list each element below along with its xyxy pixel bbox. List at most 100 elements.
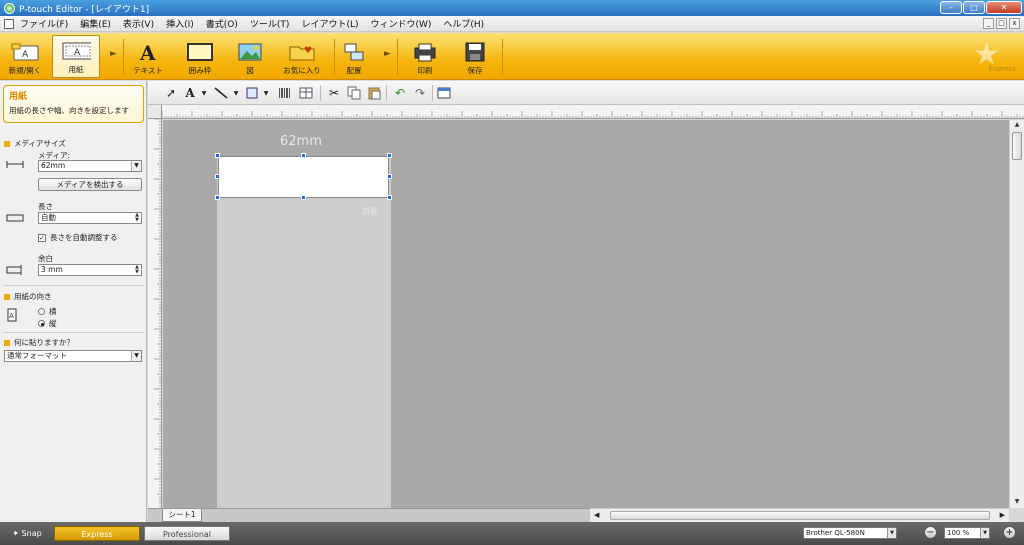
menu-layout[interactable]: レイアウト(L) xyxy=(301,17,358,30)
resize-handle[interactable] xyxy=(215,195,220,200)
professional-mode-tab[interactable]: Professional xyxy=(144,526,230,541)
scroll-down-icon[interactable]: ▼ xyxy=(1012,498,1022,507)
line-tool-icon[interactable] xyxy=(212,85,230,101)
ribbon-new-open-button[interactable]: A 新規/開く xyxy=(2,35,48,78)
document-window-controls: _ □ x xyxy=(983,18,1020,29)
printer-select[interactable]: Brother QL-580N ▼ xyxy=(803,527,897,539)
spinner-arrows-icon[interactable]: ▲ ▼ xyxy=(133,265,141,275)
menu-insert[interactable]: 挿入(I) xyxy=(166,17,194,30)
chevron-down-icon[interactable]: ▼ xyxy=(232,85,240,101)
ribbon-image-button[interactable]: 図 xyxy=(228,35,272,78)
menu-tools[interactable]: ツール(T) xyxy=(250,17,290,30)
ribbon-toolbar: A 新規/開く A 用紙 ► A テキスト 囲み枠 図 ♥ お気に入り 配置 ►… xyxy=(0,33,1024,80)
margin-input[interactable]: 3 mm ▲ ▼ xyxy=(38,264,142,276)
format-select[interactable]: 通常フォーマット ▼ xyxy=(4,350,142,362)
orientation-portrait-radio[interactable]: 縦 xyxy=(38,318,57,329)
spinner-arrows-icon[interactable]: ▲ ▼ xyxy=(133,213,141,223)
snap-mode-button[interactable]: ✦ Snap xyxy=(4,526,50,541)
ribbon-save-button[interactable]: 保存 xyxy=(452,35,498,78)
menu-edit[interactable]: 編集(E) xyxy=(80,17,111,30)
resize-handle[interactable] xyxy=(215,174,220,179)
label-object[interactable] xyxy=(218,156,389,198)
menu-help[interactable]: ヘルプ(H) xyxy=(443,17,484,30)
svg-text:A: A xyxy=(74,48,81,58)
select-arrow-icon[interactable]: ➚ xyxy=(164,85,178,101)
chevron-down-icon[interactable]: ▼ xyxy=(200,85,208,101)
vertical-scrollbar[interactable]: ▲ ▼ xyxy=(1009,120,1024,508)
minimize-button[interactable]: – xyxy=(940,1,962,14)
resize-handle[interactable] xyxy=(387,195,392,200)
express-mode-tab[interactable]: Express xyxy=(54,526,140,541)
scroll-right-icon[interactable]: ▶ xyxy=(1000,511,1005,519)
wrench-icon: ✦ xyxy=(12,529,22,538)
paste-icon[interactable] xyxy=(366,85,382,101)
properties-panel: 用紙 用紙の長さや幅、向きを設定します メディアサイズ メディア: 62mm ▼… xyxy=(0,81,147,522)
sheet-tab-bar: シート1 xyxy=(148,508,590,522)
resize-handle[interactable] xyxy=(301,195,306,200)
doc-restore-button[interactable]: □ xyxy=(996,18,1007,29)
length-input[interactable]: 自動 ▲ ▼ xyxy=(38,212,142,224)
menu-format[interactable]: 書式(O) xyxy=(206,17,238,30)
ribbon-arrange-button[interactable]: 配置 xyxy=(336,35,372,78)
text-tool-icon[interactable]: A xyxy=(182,85,198,101)
resize-handle[interactable] xyxy=(301,153,306,158)
table-icon[interactable] xyxy=(298,85,314,101)
print-icon xyxy=(410,41,440,63)
resize-handle[interactable] xyxy=(215,153,220,158)
horizontal-scrollbar[interactable]: ◀ ▶ xyxy=(590,508,1009,522)
scroll-left-icon[interactable]: ◀ xyxy=(594,511,599,519)
cut-icon[interactable]: ✂ xyxy=(326,85,342,101)
ribbon-paper-button[interactable]: A 用紙 xyxy=(52,35,100,78)
margin-icon xyxy=(6,265,22,275)
resize-handle[interactable] xyxy=(387,153,392,158)
radio-dot[interactable] xyxy=(38,308,45,315)
zoom-out-button[interactable]: − xyxy=(924,526,937,539)
sheet-tab[interactable]: シート1 xyxy=(162,509,202,522)
maximize-button[interactable]: □ xyxy=(963,1,985,14)
auto-length-checkbox[interactable]: ✓ 長さを自動調整する xyxy=(38,232,118,243)
ribbon-print-button[interactable]: 印刷 xyxy=(402,35,448,78)
menu-view[interactable]: 表示(V) xyxy=(123,17,154,30)
length-label: 長さ xyxy=(38,202,53,211)
zoom-in-button[interactable]: + xyxy=(1003,526,1016,539)
length-icon xyxy=(6,214,24,222)
redo-icon[interactable]: ↷ xyxy=(412,85,428,101)
chevron-down-icon: ▼ xyxy=(980,528,989,538)
window-controls: – □ ✕ xyxy=(940,1,1022,14)
layout-canvas[interactable]: 62mm 自動 xyxy=(163,120,1009,508)
detect-media-button[interactable]: メディアを検出する xyxy=(38,178,142,191)
scroll-thumb[interactable] xyxy=(610,511,990,520)
doc-close-button[interactable]: x xyxy=(1009,18,1020,29)
copy-icon[interactable] xyxy=(346,85,362,101)
shape-tool-icon[interactable] xyxy=(244,85,260,101)
help-title: 用紙 xyxy=(9,92,28,102)
close-button[interactable]: ✕ xyxy=(986,1,1022,14)
resize-handle[interactable] xyxy=(387,174,392,179)
zoom-select[interactable]: 100 % ▼ xyxy=(944,527,990,539)
scroll-up-icon[interactable]: ▲ xyxy=(1012,121,1022,130)
scroll-thumb[interactable] xyxy=(1012,132,1022,160)
stick-heading: 何に貼りますか？ xyxy=(4,337,74,348)
ribbon-text-button[interactable]: A テキスト xyxy=(126,35,170,78)
toolbar-separator xyxy=(320,85,321,101)
radio-dot-selected[interactable] xyxy=(38,320,45,327)
layout-window-icon[interactable] xyxy=(436,85,452,101)
ribbon-expand-arrow[interactable]: ► xyxy=(110,49,117,59)
save-icon xyxy=(460,41,490,63)
section-marker-icon xyxy=(4,140,10,147)
orientation-landscape-radio[interactable]: 横 xyxy=(38,306,57,317)
window-title: P-touch Editor - [レイアウト1] xyxy=(19,4,150,15)
ribbon-frame-button[interactable]: 囲み枠 xyxy=(176,35,224,78)
chevron-down-icon[interactable]: ▼ xyxy=(262,85,270,101)
checkbox-box[interactable]: ✓ xyxy=(38,233,46,242)
ribbon-favorites-button[interactable]: ♥ お気に入り xyxy=(276,35,328,78)
document-icon[interactable] xyxy=(4,18,14,29)
barcode-icon[interactable] xyxy=(276,85,292,101)
ribbon-separator xyxy=(397,39,398,75)
doc-minimize-button[interactable]: _ xyxy=(983,18,994,29)
menu-file[interactable]: ファイル(F) xyxy=(20,17,68,30)
ribbon-expand-arrow-2[interactable]: ► xyxy=(384,49,391,59)
menu-window[interactable]: ウィンドウ(W) xyxy=(370,17,431,30)
media-select[interactable]: 62mm ▼ xyxy=(38,160,142,172)
undo-icon[interactable]: ↶ xyxy=(392,85,408,101)
